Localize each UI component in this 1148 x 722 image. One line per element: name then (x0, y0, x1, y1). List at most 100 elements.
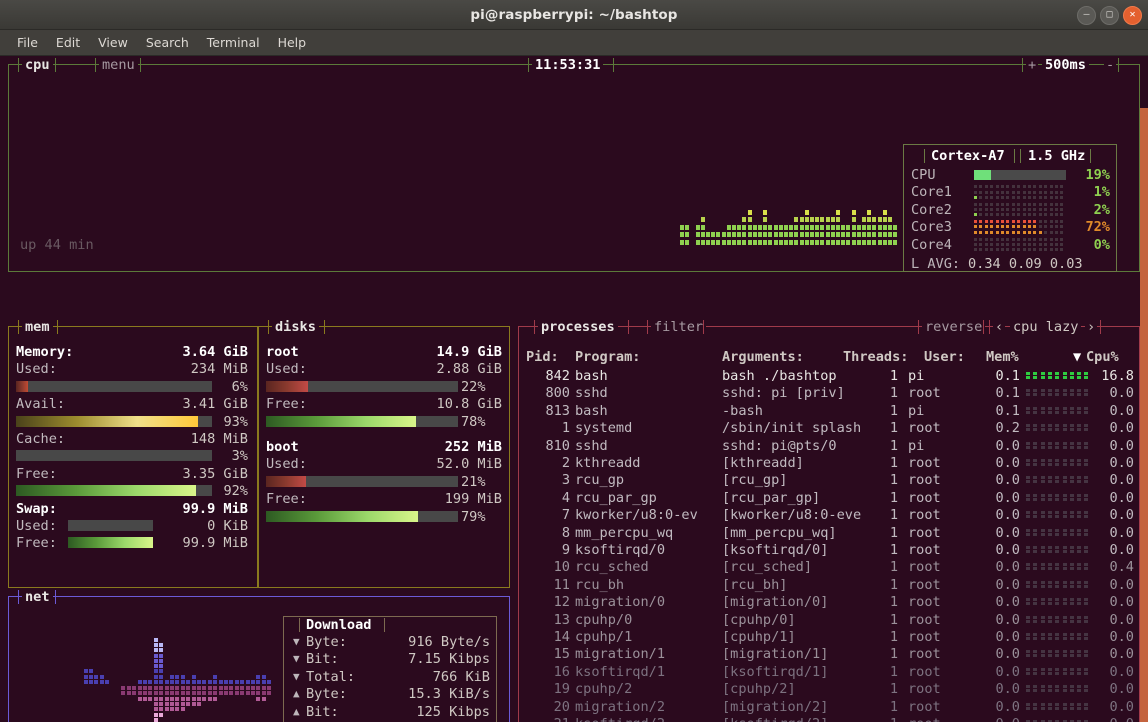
net-up-cell (159, 664, 164, 669)
mem-box-label[interactable]: mem (22, 319, 53, 335)
net-down-cell (186, 686, 191, 690)
proc-mem-meter (1026, 441, 1096, 450)
cpu-meter-dot (995, 237, 999, 241)
cpu-graph-cell (882, 224, 887, 230)
cpu-graph-cell (825, 224, 830, 230)
cpu-graph-cell (867, 209, 872, 215)
cpu-total-bar-fill (974, 170, 992, 180)
net-stat-value-1: 7.15 Kibps (408, 651, 490, 668)
maximize-icon[interactable]: □ (1100, 5, 1119, 25)
proc-pid: 800 (545, 385, 570, 402)
net-up-cell (153, 664, 158, 669)
net-up-cell (153, 669, 158, 674)
net-down-cell (137, 696, 142, 701)
interval-decrease-button[interactable]: + (1026, 57, 1039, 73)
col-header-arguments[interactable]: Arguments: (722, 349, 804, 365)
menu-item-terminal[interactable]: Terminal (198, 33, 269, 52)
processes-reverse-button[interactable]: reverse (922, 319, 986, 335)
cpu-loadavg-label: L AVG: (911, 256, 961, 272)
mem-label-div-left (18, 320, 19, 334)
net-down-cell (234, 691, 239, 696)
proc-mem-dot (1077, 389, 1082, 393)
processes-scrollbar[interactable] (1140, 108, 1148, 722)
proc-threads: 1 (889, 472, 898, 489)
proc-mem-dot (1062, 584, 1067, 588)
cpu-meter-dot (1044, 237, 1048, 241)
cpu-meter-dot (984, 190, 988, 194)
proc-arguments: [cpuhp/0] (722, 611, 796, 628)
cpu-meter-dot (1033, 247, 1037, 251)
proc-mem-dot (1055, 515, 1060, 519)
proc-mem-dot (1033, 445, 1038, 449)
col-header-user[interactable]: User: (924, 349, 965, 365)
menu-item-edit[interactable]: Edit (47, 33, 89, 52)
net-up-cell (159, 669, 164, 674)
cpu-meter-dot (995, 207, 999, 211)
cpu-meter-dot (1049, 237, 1053, 241)
proc-mem-dot (1040, 633, 1045, 636)
cpu-meter-dot (1001, 220, 1004, 224)
cpu-graph-cell (841, 224, 846, 230)
net-down-cell (202, 691, 207, 696)
processes-sort-field[interactable]: cpu lazy (1010, 319, 1082, 335)
net-up-cell (240, 680, 245, 684)
proc-mem-dot (1069, 493, 1074, 497)
cpu-graph-cell (732, 232, 736, 238)
proc-mem-dot (1047, 445, 1052, 449)
cpu-graph-cell (700, 232, 705, 238)
update-interval-value[interactable]: 500ms (1042, 57, 1089, 73)
net-up-cell (159, 648, 164, 653)
processes-box-label[interactable]: processes (538, 319, 618, 335)
cpu-menu-button[interactable]: menu (99, 57, 138, 73)
proc-mem-dot (1026, 550, 1030, 553)
cpu-graph-cell (815, 232, 820, 238)
menu-div-right (140, 58, 141, 72)
cpu-meter-dot (1028, 237, 1031, 241)
net-box-label[interactable]: net (22, 589, 53, 605)
close-icon[interactable]: ✕ (1123, 5, 1142, 25)
net-down-cell (180, 701, 185, 706)
processes-filter-button[interactable]: filter (651, 319, 707, 335)
col-header-threads[interactable]: Threads: (843, 349, 908, 365)
cpu-meter-dot (995, 242, 999, 246)
cpu-box-label[interactable]: cpu (22, 57, 53, 73)
sort-prev-icon[interactable]: ‹ (993, 319, 1006, 335)
proc-mem-dot (1055, 580, 1060, 584)
net-up-cell (153, 653, 158, 658)
proc-mem-dot (1069, 685, 1074, 689)
proc-mem-dot (1055, 445, 1060, 449)
net-up-cell (186, 680, 191, 684)
cpu-graph-cell (695, 240, 700, 245)
menu-item-help[interactable]: Help (269, 33, 316, 52)
menu-item-file[interactable]: File (8, 33, 47, 52)
proc-mem-dot (1062, 493, 1067, 497)
menu-item-search[interactable]: Search (137, 33, 198, 52)
net-down-cell (180, 696, 185, 701)
col-header-pid[interactable]: Pid: (526, 349, 559, 365)
minimize-icon[interactable]: – (1077, 5, 1096, 25)
proc-mem-dot (1047, 424, 1052, 428)
mem-bar-percent: 6% (231, 378, 248, 395)
proc-cpu: 0.0 (1109, 420, 1134, 437)
menu-item-view[interactable]: View (89, 33, 137, 52)
col-header-program[interactable]: Program: (575, 349, 640, 365)
col-header-mem[interactable]: Mem% (986, 349, 1019, 365)
proc-user: root (908, 420, 941, 437)
cpu-meter-dot (974, 202, 977, 206)
col-header-cpu[interactable]: Cpu% (1086, 349, 1119, 365)
cpu-graph-cell (851, 217, 856, 223)
cpu-meter-dot (1033, 207, 1037, 211)
cpu-meter-dot (974, 207, 977, 211)
proc-mem-dot (1062, 389, 1067, 393)
disks-box-label[interactable]: disks (272, 319, 319, 335)
cpu-meter-dot (1044, 207, 1048, 211)
proc-mem-dot (1033, 459, 1038, 462)
proc-mem-dot (1069, 654, 1074, 658)
proc-mem-dot (1033, 580, 1038, 584)
sort-next-icon[interactable]: › (1085, 319, 1098, 335)
proc-threads: 1 (889, 437, 898, 454)
proc-threads: 1 (889, 594, 898, 611)
interval-increase-button[interactable]: - (1104, 57, 1117, 73)
cpu-graph-cell (763, 224, 768, 230)
net-up-cell (83, 669, 88, 674)
